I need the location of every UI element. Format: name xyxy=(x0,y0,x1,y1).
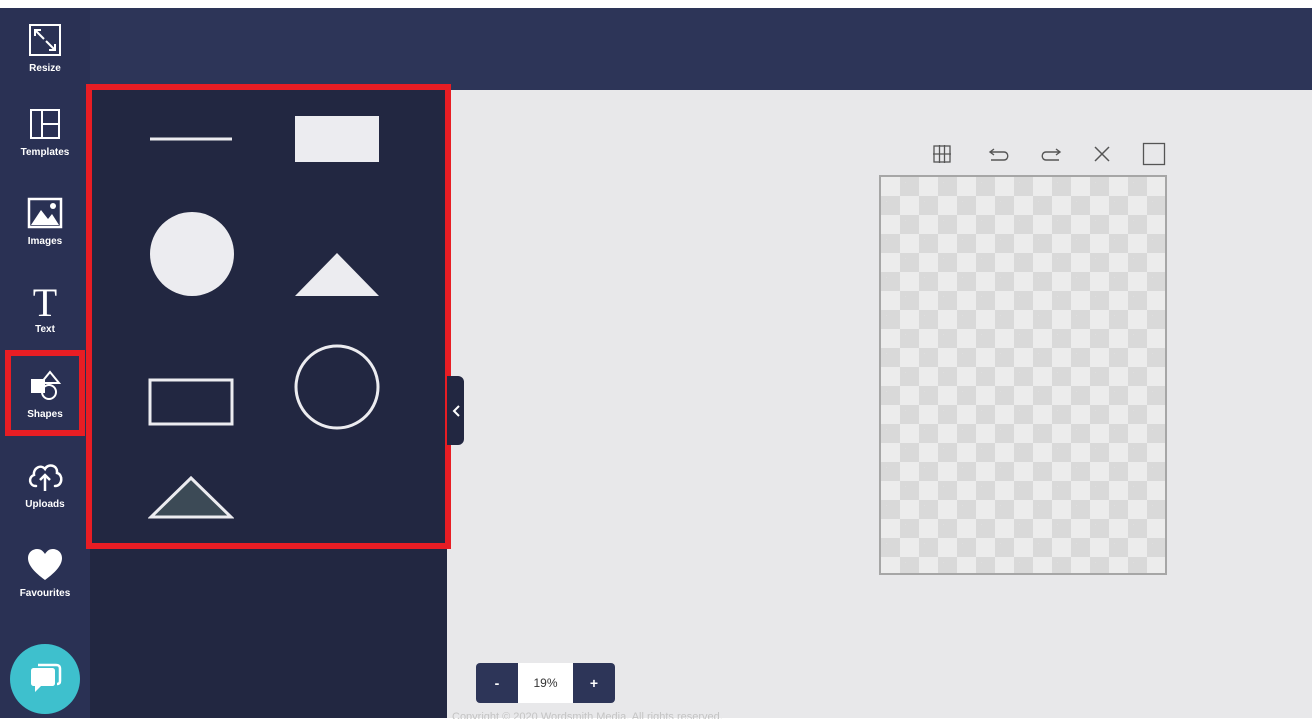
sidebar-item-label: Uploads xyxy=(25,499,65,510)
sidebar-item-label: Favourites xyxy=(19,588,71,599)
top-bar xyxy=(0,8,1312,90)
sidebar-item-templates[interactable]: Templates xyxy=(0,104,90,174)
chevron-left-icon xyxy=(452,404,460,417)
sidebar-item-images[interactable]: Images xyxy=(0,193,90,263)
sidebar-item-uploads[interactable]: Uploads xyxy=(0,456,90,526)
shape-filled-rectangle[interactable] xyxy=(294,115,380,163)
zoom-out-button[interactable]: - xyxy=(476,663,518,703)
chat-icon xyxy=(31,663,62,692)
sidebar-item-resize[interactable]: Resize xyxy=(0,20,90,90)
close-icon[interactable] xyxy=(1088,140,1116,168)
zoom-control: - 19% + xyxy=(476,663,615,703)
shapes-panel xyxy=(90,90,447,718)
chat-button[interactable] xyxy=(10,644,80,714)
canvas-toolbar xyxy=(928,140,1172,168)
resize-icon xyxy=(23,20,67,60)
shape-filled-circle[interactable] xyxy=(148,210,236,298)
svg-text:T: T xyxy=(33,282,57,320)
text-icon: T xyxy=(23,281,67,321)
square-icon[interactable] xyxy=(1140,140,1168,168)
templates-icon xyxy=(23,104,67,144)
zoom-level: 19% xyxy=(518,663,573,703)
artboard[interactable] xyxy=(879,175,1167,575)
shape-outline-triangle[interactable] xyxy=(147,475,235,519)
grid-icon[interactable] xyxy=(928,140,956,168)
shape-outline-circle[interactable] xyxy=(294,344,380,430)
zoom-in-button[interactable]: + xyxy=(573,663,615,703)
undo-icon[interactable] xyxy=(985,140,1013,168)
sidebar-item-text[interactable]: T Text xyxy=(0,281,90,351)
sidebar-item-shapes[interactable]: Shapes xyxy=(0,366,90,436)
sidebar-item-label: Shapes xyxy=(27,409,63,420)
shapes-icon xyxy=(23,366,67,406)
sidebar-item-favourites[interactable]: Favourites xyxy=(0,545,90,615)
shape-line[interactable] xyxy=(146,128,236,150)
uploads-icon xyxy=(23,456,67,496)
sidebar-item-label: Resize xyxy=(29,63,61,74)
images-icon xyxy=(23,193,67,233)
shape-filled-triangle[interactable] xyxy=(294,252,380,297)
shape-outline-rectangle[interactable] xyxy=(148,378,234,426)
redo-icon[interactable] xyxy=(1037,140,1065,168)
collapse-panel-tab[interactable] xyxy=(447,376,464,445)
sidebar-item-label: Images xyxy=(27,236,63,247)
sidebar-item-label: Templates xyxy=(20,147,70,158)
sidebar-item-label: Text xyxy=(35,324,55,335)
heart-icon xyxy=(23,545,67,585)
